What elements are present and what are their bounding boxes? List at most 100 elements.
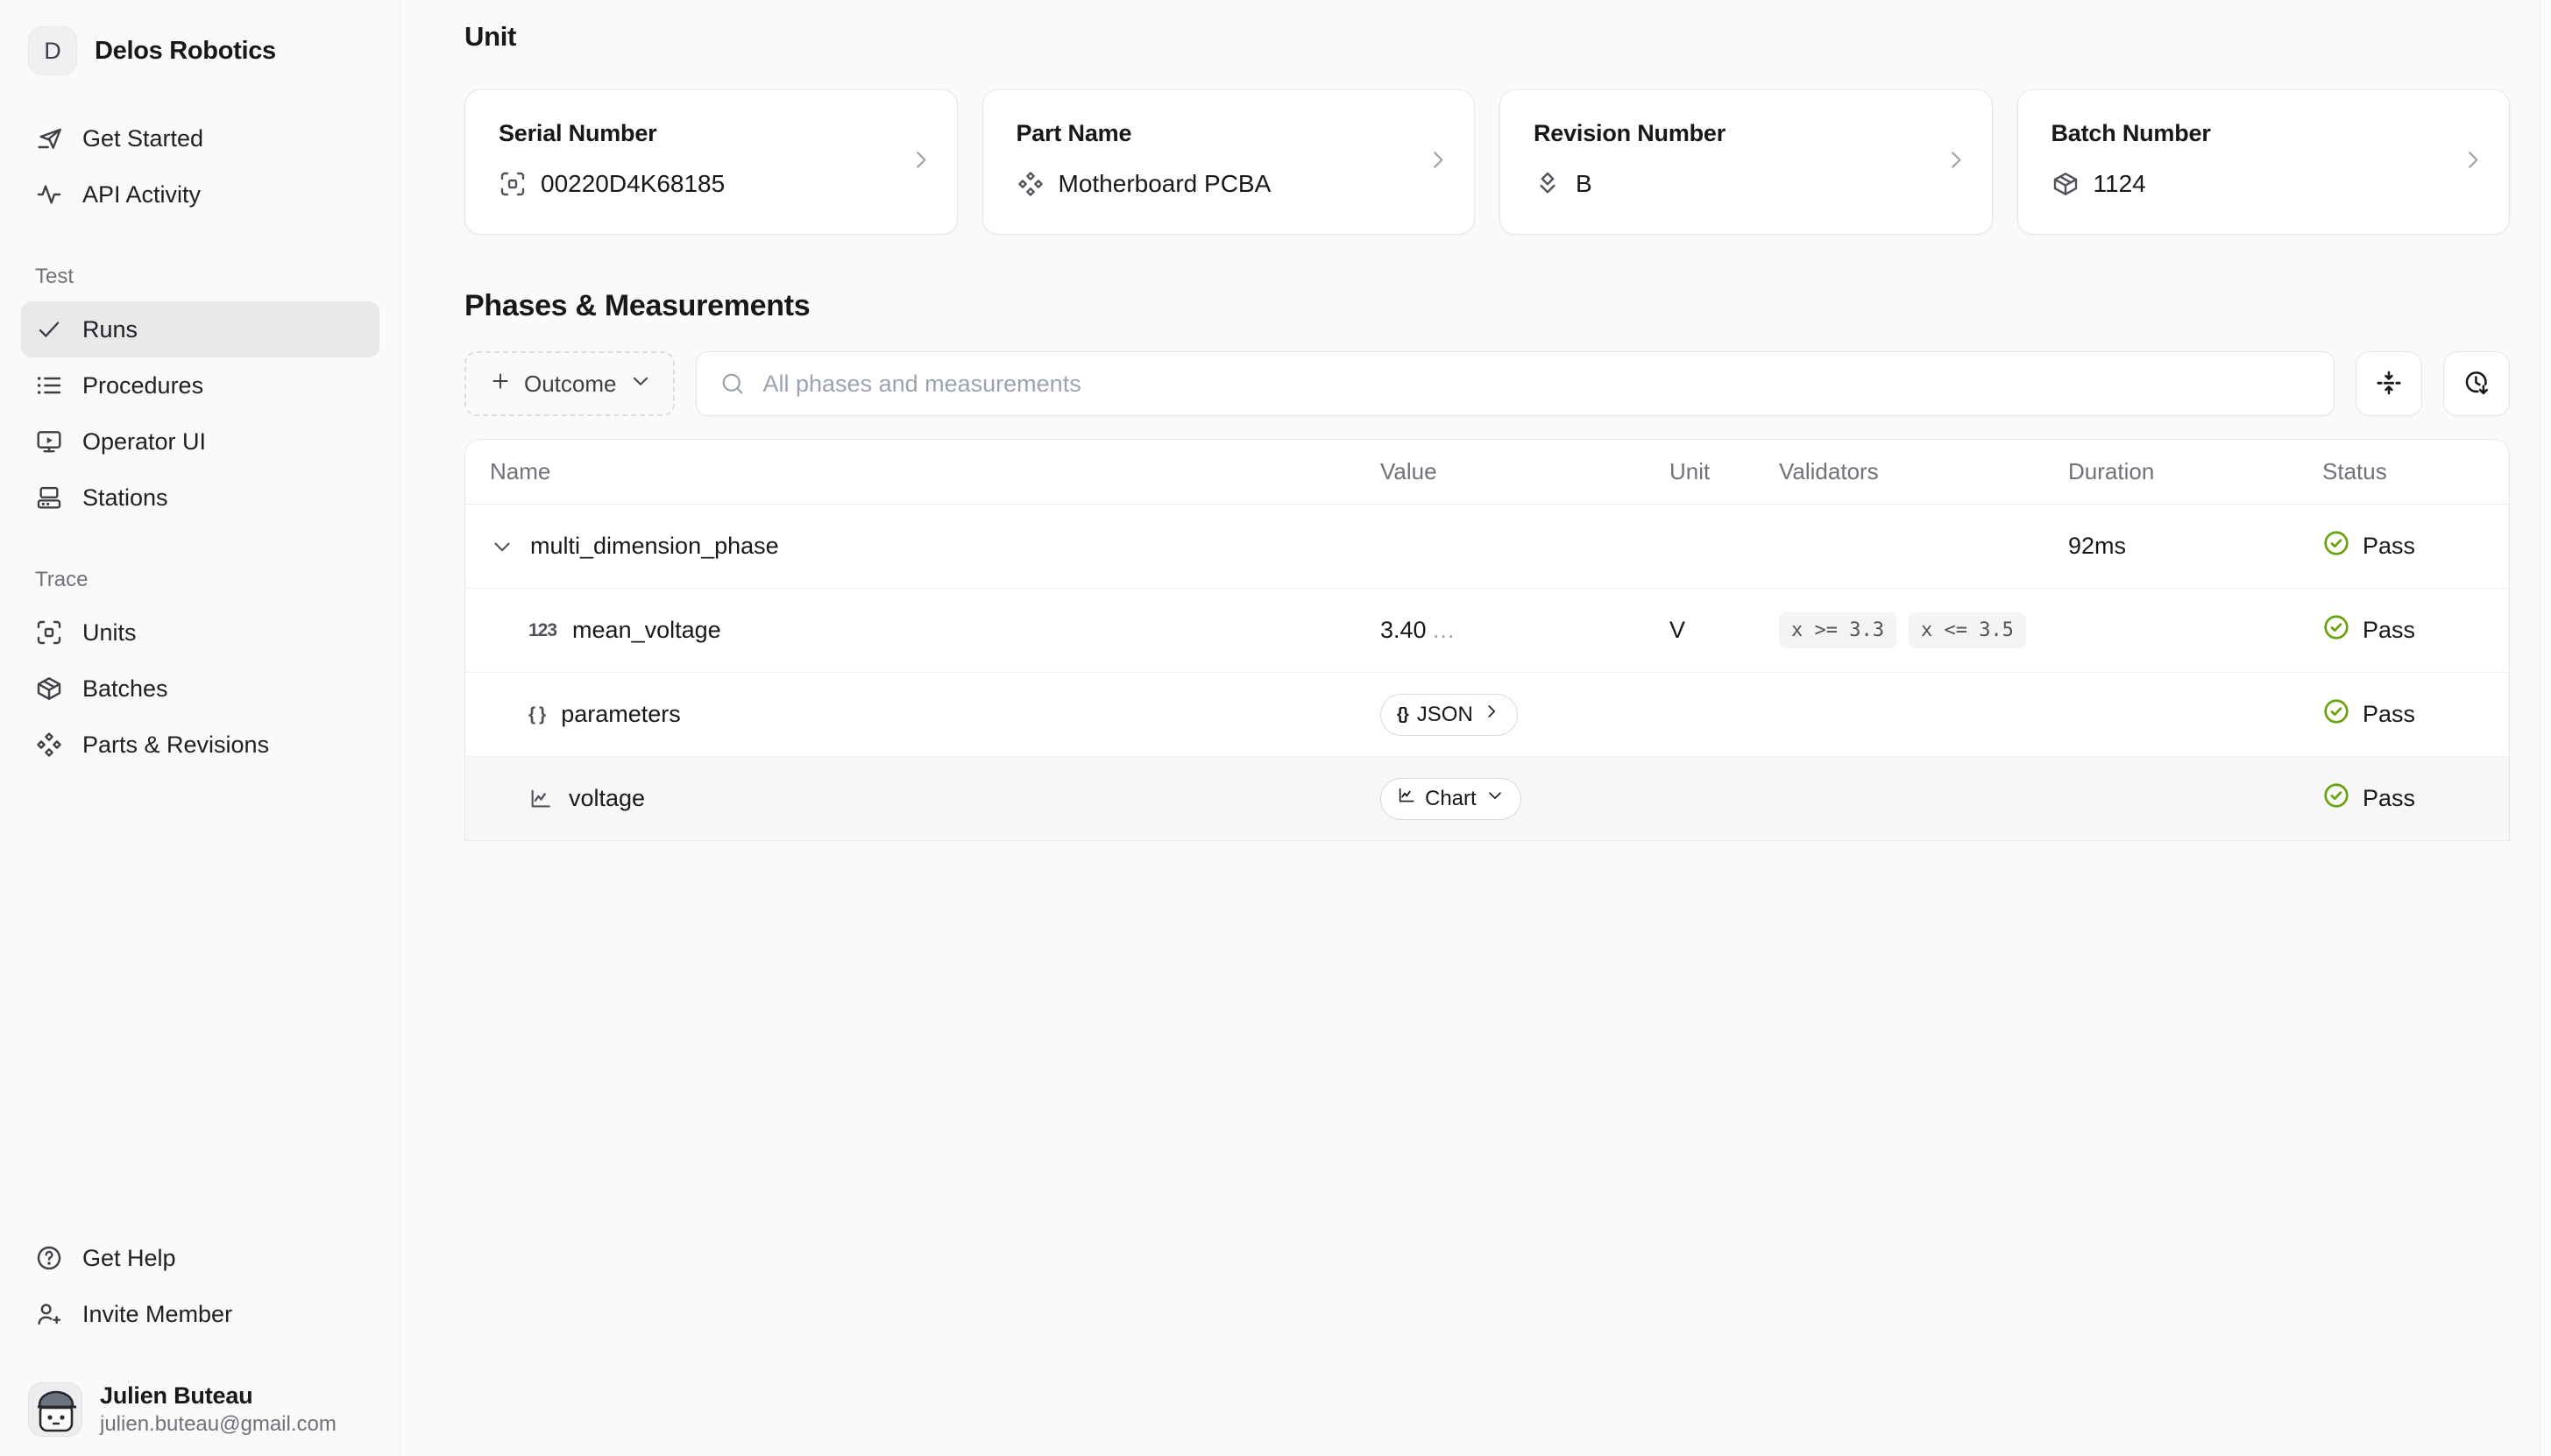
scrollbar-gutter[interactable] bbox=[2540, 0, 2551, 1456]
status-cell: Pass bbox=[2322, 613, 2484, 647]
pill-label: JSON bbox=[1417, 703, 1473, 727]
unit-card-label: Part Name bbox=[1017, 120, 1442, 147]
scan-icon bbox=[499, 170, 527, 198]
sidebar-footer: Get Help Invite Member Julien Buteau juli… bbox=[21, 1230, 379, 1437]
sidebar-item-procedures[interactable]: Procedures bbox=[21, 357, 379, 413]
json-value-pill[interactable]: {} JSON bbox=[1380, 694, 1518, 736]
workspace-avatar: D bbox=[28, 26, 77, 75]
table-row-multi_dimension_phase[interactable]: multi_dimension_phase92msPass bbox=[465, 505, 2509, 589]
search-icon bbox=[719, 371, 746, 397]
activity-icon bbox=[35, 180, 63, 209]
sidebar-item-label: Batches bbox=[82, 675, 168, 703]
history-download-button[interactable] bbox=[2443, 351, 2510, 416]
name-cell: voltage bbox=[490, 785, 1380, 812]
chevron-down-icon bbox=[629, 370, 650, 399]
chevron-right-icon bbox=[1482, 702, 1501, 727]
unit-card-value-row: Motherboard PCBA bbox=[1017, 170, 1442, 198]
user-plus-icon bbox=[35, 1300, 63, 1328]
sidebar-item-batches[interactable]: Batches bbox=[21, 661, 379, 717]
sidebar-item-get-started[interactable]: Get Started bbox=[21, 110, 379, 166]
user-email: julien.buteau@gmail.com bbox=[100, 1412, 320, 1437]
user-name: Julien Buteau bbox=[100, 1382, 320, 1410]
nav-section-label: Trace bbox=[21, 568, 379, 592]
column-header-name: Name bbox=[490, 458, 1380, 485]
chart-icon bbox=[528, 787, 553, 811]
sidebar-item-invite-member[interactable]: Invite Member bbox=[21, 1286, 379, 1342]
row-name: mean_voltage bbox=[572, 617, 721, 644]
sidebar-item-label: Units bbox=[82, 619, 137, 647]
check-circle-icon bbox=[2322, 613, 2350, 647]
unit-card-serial-number[interactable]: Serial Number 00220D4K68185 bbox=[464, 89, 958, 235]
sidebar-item-runs[interactable]: Runs bbox=[21, 301, 379, 357]
measurement-value: 3.40 bbox=[1380, 617, 1427, 643]
phases-toolbar: Outcome bbox=[464, 351, 2510, 416]
validator-badge: x <= 3.5 bbox=[1909, 612, 2026, 648]
user-menu-button[interactable] bbox=[337, 1392, 372, 1427]
chevron-right-icon bbox=[1425, 147, 1451, 178]
check-circle-icon bbox=[2322, 529, 2350, 563]
outcome-filter-button[interactable]: Outcome bbox=[464, 351, 675, 416]
scan-icon bbox=[35, 618, 63, 647]
sidebar-item-label: Get Help bbox=[82, 1245, 176, 1272]
row-name: voltage bbox=[569, 785, 645, 812]
unit-card-value: Motherboard PCBA bbox=[1059, 170, 1272, 198]
numeric-type-icon: 123 bbox=[528, 620, 556, 641]
box-icon bbox=[35, 675, 63, 703]
sidebar-item-label: Get Started bbox=[82, 125, 203, 152]
column-header-status: Status bbox=[2322, 458, 2484, 485]
list-icon bbox=[35, 371, 63, 399]
sidebar-item-units[interactable]: Units bbox=[21, 604, 379, 661]
chevron-down-icon bbox=[490, 534, 514, 559]
chart-value-pill[interactable]: Chart bbox=[1380, 778, 1521, 820]
table-row-voltage[interactable]: voltageChartPass bbox=[465, 757, 2509, 841]
sidebar-item-label: Stations bbox=[82, 484, 168, 512]
chevron-down-icon bbox=[1485, 786, 1505, 811]
sidebar-item-api-activity[interactable]: API Activity bbox=[21, 166, 379, 223]
column-header-value: Value bbox=[1380, 458, 1669, 485]
sidebar-item-stations[interactable]: Stations bbox=[21, 470, 379, 526]
revision-icon bbox=[1534, 170, 1562, 198]
row-name: parameters bbox=[561, 701, 681, 728]
table-row-parameters[interactable]: { }parameters{}JSONPass bbox=[465, 673, 2509, 757]
sidebar-nav-sections: Test RunsProceduresOperator UI Stations Tra… bbox=[21, 223, 379, 773]
send-icon bbox=[35, 124, 63, 152]
workspace-name: Delos Robotics bbox=[95, 37, 355, 66]
name-cell: multi_dimension_phase bbox=[490, 533, 1380, 560]
unit-card-value-row: 1124 bbox=[2051, 170, 2477, 198]
column-header-unit: Unit bbox=[1669, 458, 1779, 485]
phases-table: NameValueUnitValidatorsDurationStatus mu… bbox=[464, 439, 2510, 841]
parts-icon bbox=[35, 731, 63, 759]
page-title: Unit bbox=[464, 21, 2510, 53]
validator-badge: x >= 3.3 bbox=[1779, 612, 1896, 648]
unit-cards-row: Serial Number 00220D4K68185 Part Name Mothe… bbox=[464, 89, 2510, 235]
nav-section-label: Test bbox=[21, 265, 379, 289]
outcome-filter-label: Outcome bbox=[524, 371, 617, 398]
parts-icon bbox=[1017, 170, 1045, 198]
sidebar-item-operator-ui[interactable]: Operator UI bbox=[21, 413, 379, 470]
sidebar-item-label: API Activity bbox=[82, 181, 201, 209]
collapse-all-button[interactable] bbox=[2356, 351, 2422, 416]
braces-icon: {} bbox=[1397, 705, 1408, 724]
sidebar-item-label: Parts & Revisions bbox=[82, 732, 269, 759]
json-type-icon: { } bbox=[528, 704, 545, 725]
search-box bbox=[696, 351, 2335, 416]
user-row[interactable]: Julien Buteau julien.buteau@gmail.com bbox=[21, 1382, 379, 1437]
unit-card-value-row: 00220D4K68185 bbox=[499, 170, 924, 198]
stations-icon bbox=[35, 484, 63, 512]
status-cell: Pass bbox=[2322, 529, 2484, 563]
unit-card-part-name[interactable]: Part Name Motherboard PCBA bbox=[982, 89, 1476, 235]
table-row-mean_voltage[interactable]: 123mean_voltage3.40…Vx >= 3.3x <= 3.5Pas… bbox=[465, 589, 2509, 673]
unit-card-label: Serial Number bbox=[499, 120, 924, 147]
unit-card-value: 00220D4K68185 bbox=[541, 170, 725, 198]
sidebar-nav-top: Get Started API Activity bbox=[21, 110, 379, 223]
help-circle-icon bbox=[35, 1244, 63, 1272]
row-name: multi_dimension_phase bbox=[530, 533, 779, 560]
status-badge: Pass bbox=[2363, 533, 2415, 560]
sidebar-item-parts-revisions[interactable]: Parts & Revisions bbox=[21, 717, 379, 773]
unit-card-revision-number[interactable]: Revision NumberB bbox=[1499, 89, 1993, 235]
sidebar-item-get-help[interactable]: Get Help bbox=[21, 1230, 379, 1286]
sidebar: D Delos Robotics Get Started API Activity… bbox=[0, 0, 401, 1456]
search-input[interactable] bbox=[762, 370, 2312, 399]
workspace-switcher[interactable]: D Delos Robotics bbox=[21, 26, 379, 75]
unit-card-batch-number[interactable]: Batch Number1124 bbox=[2017, 89, 2511, 235]
